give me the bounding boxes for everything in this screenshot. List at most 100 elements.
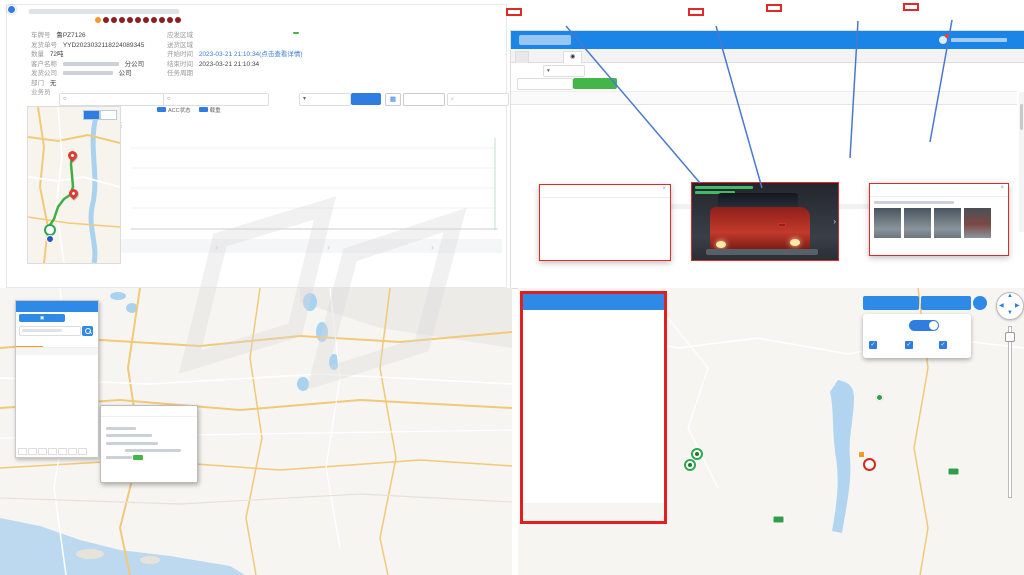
pan-down-icon[interactable]: ▼ — [1007, 310, 1013, 316]
realtime-monitor-button[interactable]: ▣ — [19, 314, 65, 322]
checkbox-icon: ✓ — [905, 341, 913, 349]
checkbox-icon: ✓ — [869, 341, 877, 349]
status-dot-icon — [119, 17, 125, 23]
truck-bumper — [706, 249, 818, 255]
pan-right-icon[interactable]: ▶ — [1015, 302, 1020, 309]
search-button[interactable] — [82, 326, 93, 336]
bell-icon[interactable] — [939, 36, 947, 44]
step-band — [117, 239, 502, 253]
annotation-status — [903, 3, 919, 11]
truck-photo[interactable]: › — [691, 182, 839, 261]
tab-offline[interactable] — [71, 339, 98, 347]
start-marker-icon[interactable] — [691, 448, 703, 460]
end-marker-icon[interactable] — [863, 458, 876, 471]
close-icon[interactable]: × — [1000, 185, 1004, 191]
pan-up-icon[interactable]: ▲ — [1007, 293, 1013, 299]
task-fields-left: 车牌号 鲁PZ7126 发货单号 YYD2023032118224089345 … — [31, 29, 161, 96]
search-icon — [85, 328, 91, 334]
chart-legend: ACC状态载重 — [157, 106, 417, 114]
map-zoom-slider[interactable] — [1005, 326, 1013, 496]
monitor-table-header — [16, 348, 98, 355]
legend-swatch-icon — [157, 107, 166, 112]
tab-dispatch-list[interactable]: ◉ — [563, 51, 582, 63]
thin-track-input[interactable]: ⌕ — [447, 93, 509, 106]
interval-select[interactable]: ▾ — [299, 93, 351, 106]
pan-left-icon[interactable]: ◀ — [999, 302, 1004, 309]
minimap-roads — [28, 107, 120, 263]
status-dot-icon — [111, 17, 117, 23]
legend-swatch-icon — [199, 107, 208, 112]
status-dot-icon — [127, 17, 133, 23]
step-arrow-icon: › — [431, 242, 434, 252]
task-field: 结束时间 2023-03-21 21:10:34 — [167, 58, 297, 68]
photo-thumbnail[interactable] — [874, 208, 901, 238]
photo-thumbnail[interactable] — [934, 208, 961, 238]
track-correct-button[interactable] — [863, 296, 919, 310]
monitor-panel-title — [16, 301, 98, 312]
fleet-monitor-map[interactable]: ▣ — [0, 288, 512, 575]
time-from-input[interactable]: ○ — [59, 93, 165, 106]
tab-online[interactable] — [43, 339, 70, 347]
satellite-mode-button[interactable] — [100, 110, 117, 120]
track-playback-map[interactable]: ✓ ✓ ✓ ▲ ▼ ◀ ▶ — [518, 288, 1024, 575]
denoise-checkbox[interactable]: ✓ — [869, 340, 879, 349]
time-to-input[interactable]: ○ — [163, 93, 269, 106]
pagination[interactable] — [18, 448, 96, 455]
task-field: 数量 72吨 — [31, 48, 161, 58]
step-arrow-icon: › — [327, 242, 330, 252]
photo-watermark-blur — [695, 186, 753, 189]
tab-all[interactable] — [16, 339, 43, 347]
poi-icon[interactable] — [876, 394, 883, 401]
track-timeline — [523, 310, 664, 503]
photo-loc-row — [870, 199, 1008, 206]
map-pan-control[interactable]: ▲ ▼ ◀ ▶ — [996, 292, 1024, 320]
task-field: 部门 无 — [31, 77, 161, 87]
photo-panel: × — [869, 183, 1009, 256]
tab-bar: ◉ — [511, 49, 1024, 63]
task-field: 开始时间 2023-03-21 21:10:34(点击查看详情) — [167, 48, 297, 58]
start-marker-icon[interactable] — [684, 459, 696, 471]
query-button[interactable] — [351, 93, 381, 105]
zoom-thumb[interactable] — [1005, 332, 1015, 342]
task-status-dots — [95, 17, 183, 25]
filter-status-select[interactable]: ▾ — [543, 65, 585, 77]
task-field: 发货公司 公司 — [31, 67, 161, 77]
task-route-minimap[interactable] — [27, 106, 121, 264]
photo-thumbs-row — [870, 206, 1008, 238]
collect-track-button[interactable] — [921, 296, 971, 310]
task-field: 送货区域 — [167, 39, 297, 49]
monitor-tabs — [16, 339, 98, 348]
query-condition-button[interactable] — [573, 78, 617, 89]
track-panel-title — [523, 294, 664, 310]
step-arrow-icon: › — [215, 242, 218, 252]
header-user-area[interactable] — [935, 36, 1011, 44]
task-field: 车牌号 鲁PZ7126 — [31, 29, 161, 39]
chart-event-marker[interactable] — [7, 5, 16, 14]
bindroad-checkbox[interactable]: ✓ — [939, 340, 949, 349]
headlight-icon — [790, 239, 800, 246]
driver-phone-input[interactable] — [517, 78, 573, 90]
close-icon[interactable]: × — [662, 186, 666, 192]
map-mode-button[interactable] — [83, 110, 100, 120]
photo-thumbnail[interactable] — [904, 208, 931, 238]
calendar-icon[interactable]: ▦ — [385, 93, 401, 106]
legend-item: 载重 — [199, 106, 221, 114]
log-popup-header: × — [540, 185, 670, 198]
photo-thumbnail[interactable] — [964, 208, 991, 238]
close-circle-button[interactable] — [973, 296, 987, 310]
annotation-progress — [506, 8, 522, 16]
thin-checkbox[interactable]: ✓ — [905, 340, 915, 349]
status-dot-icon — [95, 17, 101, 23]
tab-waybill[interactable] — [515, 51, 529, 63]
view-video-button[interactable] — [403, 93, 445, 106]
vehicle-search-input[interactable] — [19, 326, 81, 336]
log-popup: × — [539, 184, 671, 261]
status-dot-icon — [151, 17, 157, 23]
correct-toggle[interactable] — [909, 320, 939, 331]
vehicle-marker-icon[interactable] — [46, 235, 54, 243]
breadcrumb-blur — [29, 9, 179, 14]
legend-item: ACC状态 — [157, 106, 191, 114]
carousel-next-icon[interactable]: › — [833, 217, 836, 226]
vertical-scrollbar[interactable] — [1019, 92, 1024, 232]
task-field: 客户名称 分公司 — [31, 58, 161, 68]
